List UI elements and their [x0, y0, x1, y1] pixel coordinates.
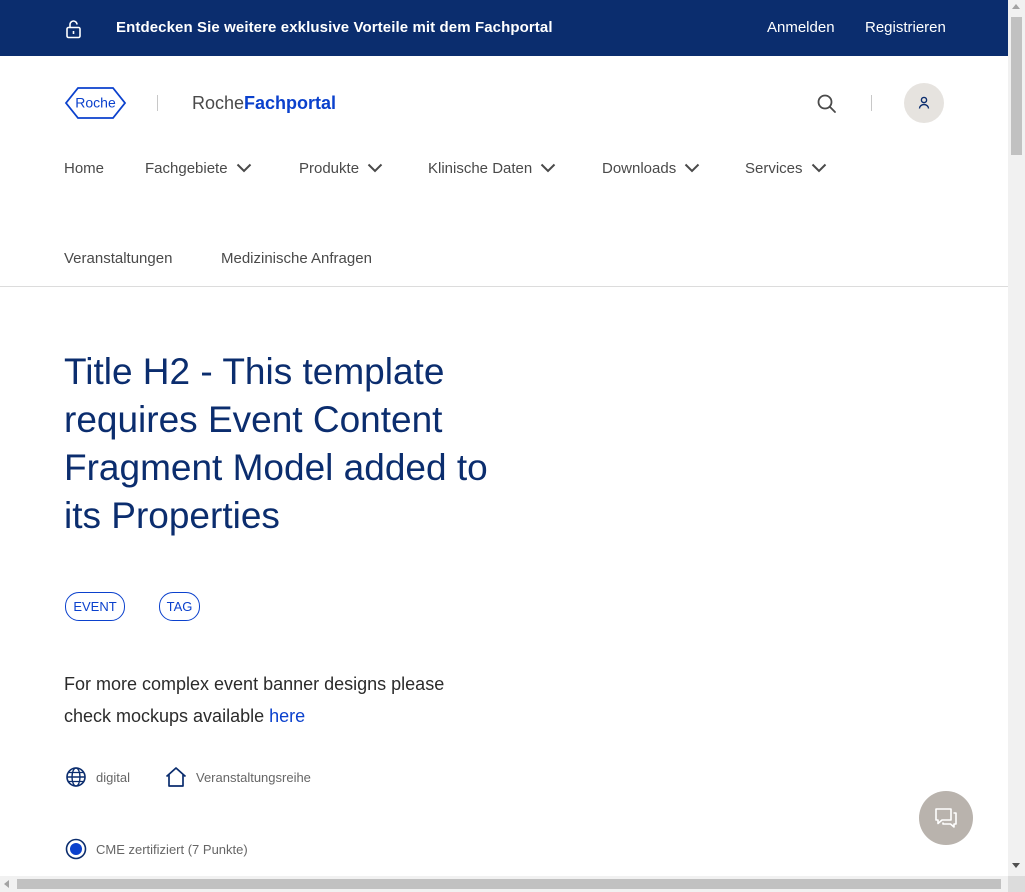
page-title: Title H2 - This template requires Event …: [64, 351, 488, 536]
tag-tag[interactable]: TAG: [159, 592, 200, 621]
logo-divider: [157, 95, 158, 111]
nav-label: Medizinische Anfragen: [221, 250, 372, 267]
promo-text: Entdecken Sie weitere exklusive Vorteile…: [116, 19, 553, 36]
portal-name-strong: Fachportal: [244, 93, 337, 113]
horizontal-scroll-thumb[interactable]: [17, 879, 1001, 889]
house-icon: [164, 765, 187, 787]
nav-label: Veranstaltungen: [64, 250, 173, 267]
chevron-down-icon: [811, 160, 827, 177]
nav-label: Home: [64, 160, 105, 177]
nav-item-fachgebiete[interactable]: Fachgebiete: [145, 160, 252, 178]
series-label: Veranstaltungsreihe: [196, 770, 311, 785]
scroll-left-arrow[interactable]: [4, 880, 9, 888]
chat-button[interactable]: [919, 791, 973, 845]
event-description: For more complex event banner designs pl…: [64, 668, 494, 732]
nav-item-services[interactable]: Services: [745, 160, 827, 178]
portal-name[interactable]: RocheFachportal: [192, 93, 336, 114]
search-icon[interactable]: [816, 93, 838, 115]
register-link[interactable]: Registrieren: [865, 19, 946, 36]
vertical-scrollbar[interactable]: [1008, 0, 1025, 876]
tag-event[interactable]: EVENT: [65, 592, 125, 621]
scroll-up-arrow[interactable]: [1012, 4, 1020, 9]
nav-label: Produkte: [299, 160, 360, 177]
nav-label: Fachgebiete: [145, 160, 228, 177]
chevron-down-icon: [684, 160, 700, 177]
vertical-scroll-thumb[interactable]: [1011, 17, 1022, 155]
nav-item-downloads[interactable]: Downloads: [602, 160, 700, 178]
globe-icon: [65, 766, 87, 788]
nav-label: Services: [745, 160, 803, 177]
nav-item-home[interactable]: Home: [64, 160, 104, 177]
site-header: Roche RocheFachportal Home Fachgebiete P…: [0, 56, 1008, 287]
nav-label: Downloads: [602, 160, 677, 177]
login-link[interactable]: Anmelden: [767, 19, 835, 36]
user-avatar-button[interactable]: [904, 83, 944, 123]
radio-selected-icon: [65, 838, 87, 860]
description-text: For more complex event banner designs pl…: [64, 674, 445, 726]
horizontal-scrollbar[interactable]: [0, 876, 1008, 892]
chat-icon: [935, 808, 957, 828]
promo-bar: Entdecken Sie weitere exklusive Vorteile…: [0, 0, 1008, 56]
roche-logo[interactable]: Roche: [64, 86, 127, 120]
nav-item-produkte[interactable]: Produkte: [299, 160, 383, 178]
header-divider: [871, 95, 872, 111]
cme-label: CME zertifiziert (7 Punkte): [96, 842, 248, 857]
user-icon: [918, 96, 930, 109]
chevron-down-icon: [236, 160, 252, 177]
portal-name-prefix: Roche: [192, 93, 245, 113]
nav-item-medizinische-anfragen[interactable]: Medizinische Anfragen: [221, 250, 372, 267]
mockups-link[interactable]: here: [269, 706, 305, 726]
chevron-down-icon: [540, 160, 556, 177]
nav-item-veranstaltungen[interactable]: Veranstaltungen: [64, 250, 172, 267]
scroll-down-arrow[interactable]: [1012, 863, 1020, 868]
chevron-down-icon: [367, 160, 383, 177]
scrollbar-corner: [1008, 876, 1025, 892]
format-label: digital: [96, 770, 130, 785]
lock-icon: [64, 19, 84, 39]
nav-item-klinische-daten[interactable]: Klinische Daten: [428, 160, 556, 178]
logo-text: Roche: [75, 95, 116, 111]
nav-label: Klinische Daten: [428, 160, 533, 177]
